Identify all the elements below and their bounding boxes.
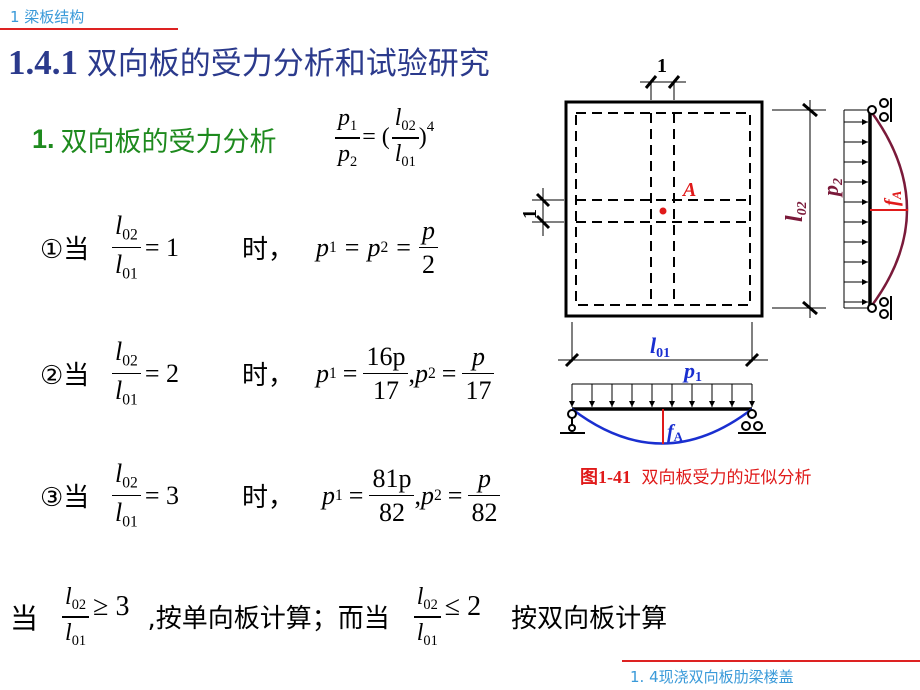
p2-label: p2 — [818, 178, 846, 198]
p1-label: p1 — [682, 358, 702, 385]
slab-analysis-figure: A 1 1 l02 p2 fA l01 p1 fA — [519, 55, 909, 445]
support-left — [560, 409, 585, 434]
svg-text:fA: fA — [881, 190, 904, 206]
strip-width-left: 1 — [519, 209, 541, 219]
svg-text:p2: p2 — [818, 178, 846, 198]
point-a-label: A — [681, 179, 696, 201]
p2-load — [843, 109, 870, 309]
point-a-marker — [659, 207, 667, 215]
l01-beam: l01 p1 fA — [558, 322, 768, 445]
caption-text: 双向板受力的近似分析 — [641, 468, 812, 488]
footer-label: 1. 4现浇双向板肋梁楼盖 — [630, 668, 794, 686]
l01-label: l01 — [650, 333, 670, 361]
slab-plan: A 1 1 l02 p2 fA — [519, 55, 909, 320]
caption-number: 图1-41 — [580, 467, 631, 487]
svg-text:l02: l02 — [782, 201, 810, 222]
figure-caption: 图1-41 双向板受力的近似分析 — [580, 463, 812, 489]
support-right — [738, 409, 766, 434]
fa-label-right: fA — [881, 190, 904, 206]
footer-divider — [622, 660, 920, 662]
l02-label: l02 — [782, 201, 810, 222]
fa-label-bottom: fA — [667, 421, 684, 444]
strip-width-top: 1 — [657, 55, 667, 77]
